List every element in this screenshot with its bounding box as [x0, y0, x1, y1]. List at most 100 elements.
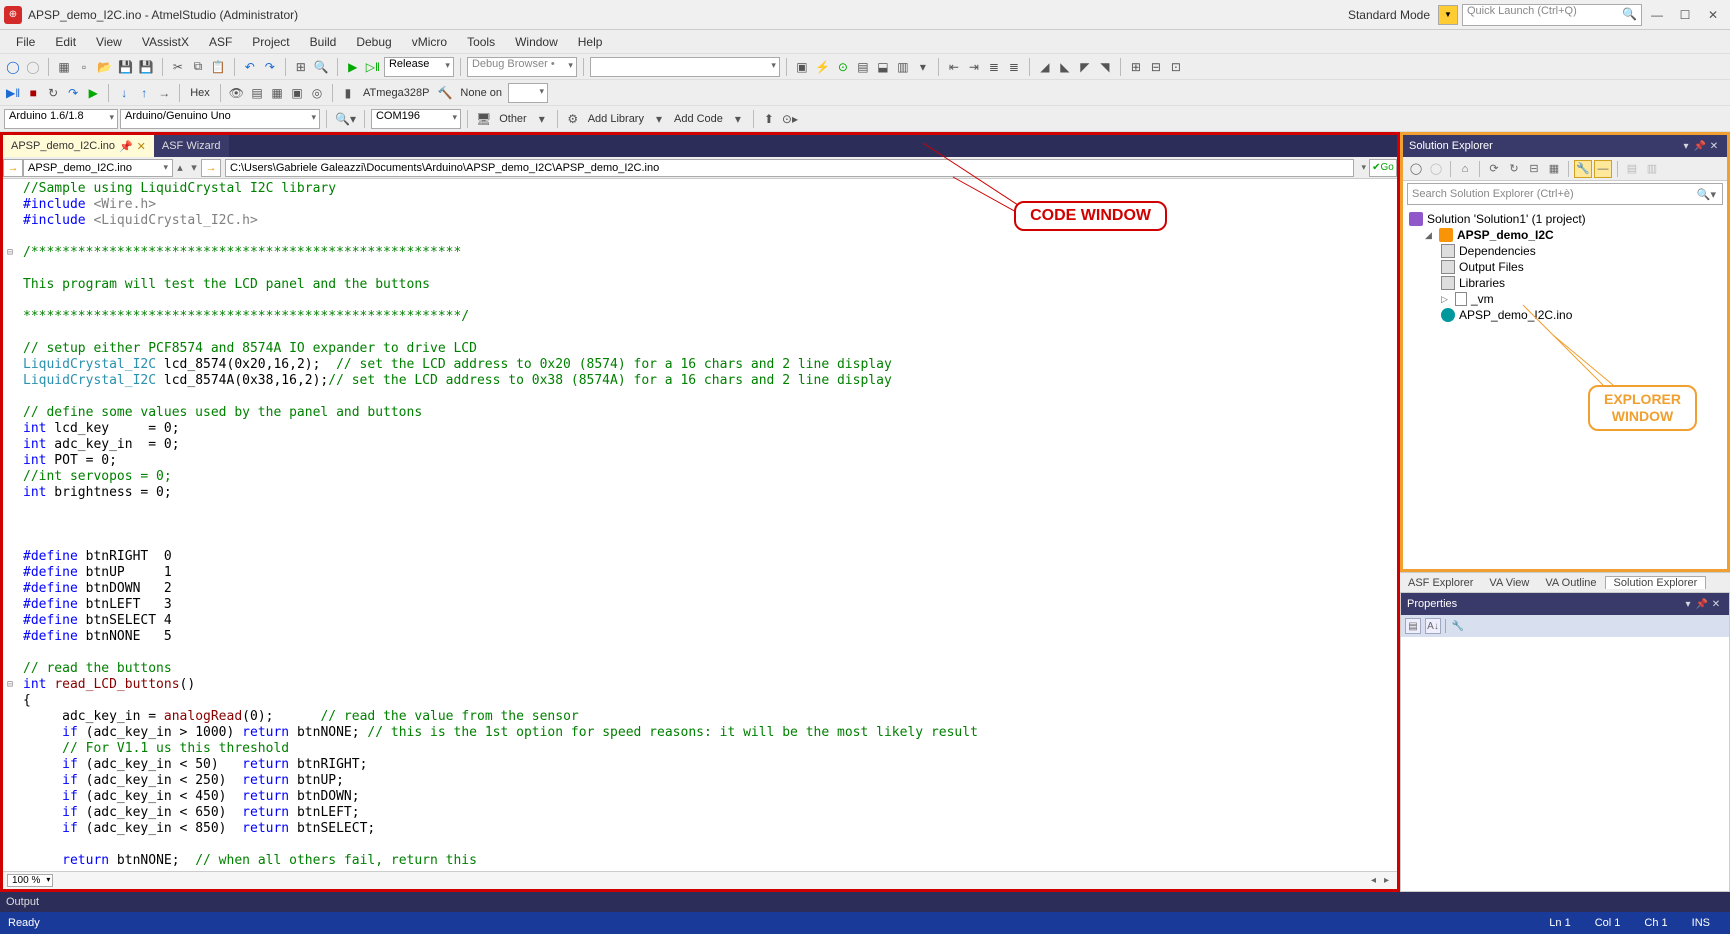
- open-icon[interactable]: 📂: [95, 57, 114, 77]
- copy-icon[interactable]: ⧉: [189, 57, 207, 77]
- tab-asf-wizard[interactable]: ASF Wizard: [154, 135, 229, 157]
- add-code-label[interactable]: Add Code: [670, 113, 727, 125]
- registers-icon[interactable]: ▣: [288, 83, 306, 103]
- target-combo[interactable]: [590, 57, 780, 77]
- menu-tools[interactable]: Tools: [457, 35, 505, 49]
- nav-back-icon[interactable]: ◯: [4, 57, 22, 77]
- tool-icon-7[interactable]: ▾: [914, 57, 932, 77]
- scope-combo[interactable]: APSP_demo_I2C.ino ▾: [23, 159, 173, 177]
- config-combo[interactable]: Release: [384, 57, 454, 77]
- watch-icon[interactable]: 👁: [227, 83, 246, 103]
- tab-pin-icon[interactable]: 📌: [119, 140, 133, 153]
- window-icon-1[interactable]: ⊞: [1127, 57, 1145, 77]
- nav-fwd-icon[interactable]: ◯: [24, 57, 42, 77]
- menu-vmicro[interactable]: vMicro: [402, 35, 457, 49]
- cut-icon[interactable]: ✂: [169, 57, 187, 77]
- new-file-icon[interactable]: ▫: [75, 57, 93, 77]
- add-library-dropdown-icon[interactable]: ▾: [650, 109, 668, 129]
- step-over-icon[interactable]: ↷: [64, 83, 82, 103]
- close-button[interactable]: ✕: [1700, 5, 1726, 25]
- step-out-icon[interactable]: ↑: [135, 83, 153, 103]
- tool-icon-4[interactable]: ▤: [854, 57, 872, 77]
- run-to-cursor-icon[interactable]: →: [155, 83, 173, 103]
- tool-icon-3[interactable]: ⊙: [834, 57, 852, 77]
- tree-ino-node[interactable]: APSP_demo_I2C.ino: [1409, 307, 1721, 323]
- comment-icon[interactable]: ≣: [985, 57, 1003, 77]
- expander-icon[interactable]: ▷: [1441, 294, 1451, 305]
- scope-down-icon[interactable]: ▾: [187, 161, 201, 174]
- code-text-area[interactable]: //Sample using LiquidCrystal I2C library…: [3, 179, 1397, 871]
- panel-dropdown-icon[interactable]: ▾: [1679, 141, 1693, 152]
- redo-icon[interactable]: ↷: [261, 57, 279, 77]
- path-dropdown-icon[interactable]: ▾: [1358, 162, 1369, 173]
- file-path-input[interactable]: C:\Users\Gabriele Galeazzi\Documents\Ard…: [225, 159, 1354, 177]
- menu-debug[interactable]: Debug: [346, 35, 401, 49]
- panel-pin-icon[interactable]: 📌: [1695, 599, 1709, 610]
- tab-va-outline[interactable]: VA Outline: [1537, 577, 1604, 589]
- scroll-right-icon[interactable]: ▸: [1380, 875, 1393, 886]
- board-family-combo[interactable]: Arduino 1.6/1.8: [4, 109, 118, 129]
- alphabetize-icon[interactable]: A↓: [1425, 618, 1441, 634]
- panel-pin-icon[interactable]: 📌: [1693, 141, 1707, 152]
- explorer-preview-icon[interactable]: —: [1594, 160, 1612, 178]
- hex-label[interactable]: Hex: [186, 87, 214, 99]
- monitor-icon[interactable]: 🖥: [474, 109, 493, 129]
- expander-icon[interactable]: ◢: [1425, 230, 1435, 241]
- explorer-properties-icon[interactable]: 🔧: [1574, 160, 1592, 178]
- save-icon[interactable]: 💾: [116, 57, 135, 77]
- indent-dec-icon[interactable]: ⇤: [945, 57, 963, 77]
- tree-solution-node[interactable]: Solution 'Solution1' (1 project): [1409, 211, 1721, 227]
- tab-solution-explorer[interactable]: Solution Explorer: [1605, 576, 1707, 589]
- go-button[interactable]: ✔Go: [1369, 159, 1397, 177]
- quick-launch-input[interactable]: Quick Launch (Ctrl+Q) 🔍: [1462, 4, 1642, 26]
- minimize-button[interactable]: —: [1644, 5, 1670, 25]
- menu-file[interactable]: File: [6, 35, 45, 49]
- menu-vassistx[interactable]: VAssistX: [132, 35, 199, 49]
- undo-icon[interactable]: ↶: [241, 57, 259, 77]
- tree-libs-node[interactable]: Libraries: [1409, 275, 1721, 291]
- find-icon[interactable]: 🔍: [312, 57, 331, 77]
- io-icon[interactable]: ◎: [308, 83, 326, 103]
- search-board-icon[interactable]: 🔍▾: [333, 109, 358, 129]
- maximize-button[interactable]: ☐: [1672, 5, 1698, 25]
- tab-asf-explorer[interactable]: ASF Explorer: [1400, 577, 1481, 589]
- restart-icon[interactable]: ↻: [44, 83, 62, 103]
- explorer-refresh-icon[interactable]: ↻: [1505, 160, 1523, 178]
- tree-vm-node[interactable]: ▷ _vm: [1409, 291, 1721, 307]
- bookmark-icon[interactable]: ◢: [1036, 57, 1054, 77]
- tool-icon-6[interactable]: ▥: [894, 57, 912, 77]
- device-tool-icon[interactable]: 🔨: [435, 83, 454, 103]
- zoom-combo[interactable]: 100 %: [7, 874, 53, 887]
- tab-close-icon[interactable]: ✕: [137, 140, 146, 153]
- explorer-home-icon[interactable]: ⌂: [1456, 160, 1474, 178]
- scope-arrow-icon[interactable]: →: [3, 159, 23, 177]
- scope-up-icon[interactable]: ▴: [173, 161, 187, 174]
- explorer-showall-icon[interactable]: ▦: [1545, 160, 1563, 178]
- debug-browser-combo[interactable]: Debug Browser •: [467, 57, 577, 77]
- other-dropdown-icon[interactable]: ▾: [533, 109, 551, 129]
- explorer-collapse-icon[interactable]: ⊟: [1525, 160, 1543, 178]
- panel-dropdown-icon[interactable]: ▾: [1681, 599, 1695, 610]
- menu-project[interactable]: Project: [242, 35, 299, 49]
- menu-build[interactable]: Build: [300, 35, 347, 49]
- explorer-view1-icon[interactable]: ▤: [1623, 160, 1641, 178]
- window-icon-3[interactable]: ⊡: [1167, 57, 1185, 77]
- bookmark-next-icon[interactable]: ◤: [1076, 57, 1094, 77]
- add-library-label[interactable]: Add Library: [584, 113, 648, 125]
- paste-icon[interactable]: 📋: [209, 57, 228, 77]
- uncomment-icon[interactable]: ≣: [1005, 57, 1023, 77]
- window-icon-2[interactable]: ⊟: [1147, 57, 1165, 77]
- explorer-search-input[interactable]: Search Solution Explorer (Ctrl+è) 🔍▾: [1407, 183, 1723, 205]
- path-arrow-icon[interactable]: →: [201, 159, 221, 177]
- processor-icon[interactable]: ▦: [268, 83, 286, 103]
- scroll-left-icon[interactable]: ◂: [1367, 875, 1380, 886]
- tab-active-file[interactable]: APSP_demo_I2C.ino 📌 ✕: [3, 135, 154, 157]
- output-panel-header[interactable]: Output: [0, 892, 1730, 912]
- explorer-fwd-icon[interactable]: ◯: [1427, 160, 1445, 178]
- grid-icon[interactable]: ⊞: [292, 57, 310, 77]
- tool-icon-1[interactable]: ▣: [793, 57, 811, 77]
- bookmark-clear-icon[interactable]: ◥: [1096, 57, 1114, 77]
- gear-icon[interactable]: ⚙: [564, 109, 582, 129]
- run-icon[interactable]: ▶: [84, 83, 102, 103]
- start-nodebug-icon[interactable]: ▷‖: [364, 57, 382, 77]
